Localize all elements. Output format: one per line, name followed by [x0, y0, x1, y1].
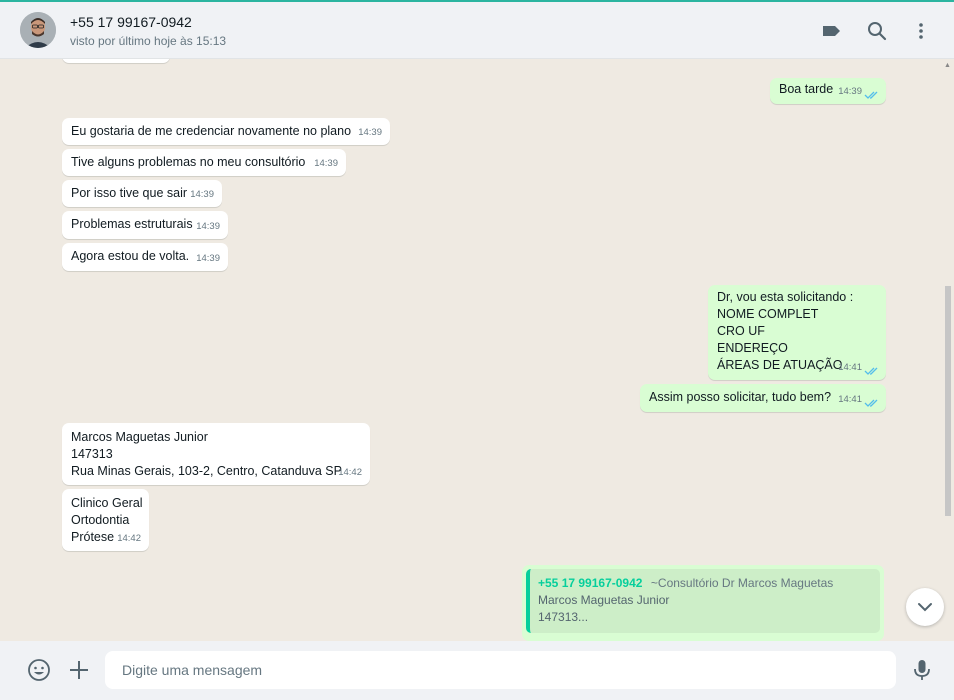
message-text-line: Rua Minas Gerais, 103-2, Centro, Catandu… [71, 464, 342, 478]
message-bubble[interactable]: Marcos Maguetas Junior 147313 Rua Minas … [62, 423, 370, 485]
message-text: Eu gostaria de me credenciar novamente n… [71, 124, 352, 138]
label-icon[interactable] [820, 20, 842, 42]
search-icon[interactable] [866, 20, 888, 42]
message-bubble[interactable]: Clinico Geral Ortodontia Prótese 14:42 [62, 489, 149, 551]
composer-bar: Digite uma mensagem [0, 641, 954, 700]
microphone-icon[interactable] [910, 658, 934, 682]
message-time: 14:41 [838, 362, 862, 373]
quoted-text-line: 147313... [538, 610, 589, 624]
message-bubble[interactable]: Por isso tive que sair 14:39 [62, 180, 222, 207]
message-time: 14:39 [358, 127, 382, 138]
message-text-line: ENDEREÇO [717, 341, 788, 355]
quoted-author: +55 17 99167-0942 [538, 576, 643, 590]
message-text-line: CRO UF [717, 324, 765, 338]
scroll-to-bottom-button[interactable] [906, 588, 944, 626]
read-ticks-icon [864, 399, 878, 407]
chat-header[interactable]: +55 17 99167-0942 visto por último hoje … [0, 2, 954, 59]
message-bubble[interactable]: Agora estou de volta. 14:39 [62, 243, 228, 271]
message-time: 14:39 [838, 86, 862, 97]
message-text-line: 147313 [71, 447, 113, 461]
quoted-pushname: ~Consultório Dr Marcos Maguetas [650, 576, 834, 590]
message-time: 14:39 [196, 253, 220, 264]
contact-avatar[interactable] [20, 12, 56, 48]
message-text-line: Marcos Maguetas Junior [71, 430, 208, 444]
message-text: Boa tarde [779, 82, 834, 96]
message-text-line: NOME COMPLET [717, 307, 819, 321]
message-bubble[interactable]: Assim posso solicitar, tudo bem? 14:41 [640, 384, 886, 412]
read-ticks-icon [864, 367, 878, 375]
message-text: Tive alguns problemas no meu consultório [71, 155, 306, 169]
message-bubble[interactable]: Dr, vou esta solicitando : NOME COMPLET … [708, 285, 886, 380]
message-text-line: Clinico Geral [71, 496, 143, 510]
chevron-down-icon [918, 603, 932, 612]
message-time: 14:42 [117, 533, 141, 544]
message-time: 14:39 [190, 189, 214, 200]
message-bubble[interactable]: Tive alguns problemas no meu consultório… [62, 149, 346, 176]
message-time: 14:39 [314, 158, 338, 169]
quoted-text-line: Marcos Maguetas Junior [538, 593, 670, 607]
message-input[interactable]: Digite uma mensagem [105, 651, 896, 689]
scrollbar-thumb[interactable] [945, 286, 951, 516]
message-time: 14:41 [838, 394, 862, 405]
reply-message-bubble[interactable]: +55 17 99167-0942 ~Consultório Dr Marcos… [522, 565, 884, 641]
message-bubble[interactable]: Eu gostaria de me credenciar novamente n… [62, 118, 390, 145]
message-text-line: Dr, vou esta solicitando : [717, 290, 854, 304]
scroll-up-arrow-icon[interactable]: ▲ [944, 62, 951, 69]
message-bubble[interactable]: Boa tarde 14:39 [770, 78, 886, 104]
contact-last-seen: visto por último hoje às 15:13 [70, 34, 227, 48]
message-time: 14:42 [338, 467, 362, 478]
read-ticks-icon [864, 91, 878, 99]
menu-icon[interactable] [910, 20, 932, 42]
quoted-message[interactable]: +55 17 99167-0942 ~Consultório Dr Marcos… [526, 569, 880, 633]
message-time: 14:39 [196, 221, 220, 232]
previous-message-fragment [62, 59, 170, 63]
emoji-icon[interactable] [27, 658, 51, 682]
message-text-line: Ortodontia [71, 513, 130, 527]
message-bubble[interactable]: Problemas estruturais 14:39 [62, 211, 228, 239]
contact-name[interactable]: +55 17 99167-0942 [70, 14, 192, 30]
attach-plus-icon[interactable] [67, 658, 91, 682]
